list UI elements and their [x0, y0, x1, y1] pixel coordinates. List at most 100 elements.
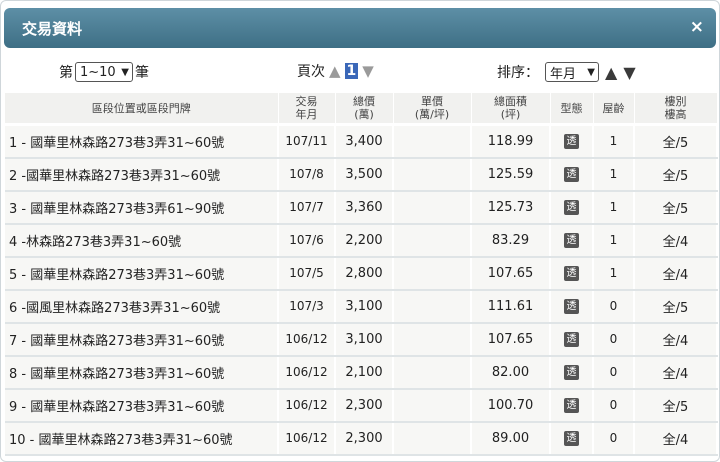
table-row[interactable]: 1 - 國華里林森路273巷3弄31~60號 107/11 3,400 118.… — [5, 124, 718, 159]
per-page-prefix: 第 — [59, 65, 73, 81]
table-header-row: 區段位置或區段門牌 交易 年月 總價 (萬) 單價 (萬/坪) 總面積 (坪) … — [5, 93, 718, 126]
transactions-table: 區段位置或區段門牌 交易 年月 總價 (萬) 單價 (萬/坪) 總面積 (坪) … — [5, 93, 718, 456]
cell-total-price: 2,300 — [335, 388, 394, 423]
cell-floor: 全/5 — [634, 289, 718, 324]
header-type[interactable]: 型態 — [550, 93, 594, 126]
close-icon[interactable]: × — [690, 17, 704, 37]
per-page-control: 第 1~10 ▼ 筆 — [59, 62, 149, 82]
cell-address: 8 - 國華里林森路273巷3弄31~60號 — [5, 355, 279, 390]
cell-type: 透 — [550, 190, 594, 225]
prev-page-arrow-icon[interactable]: ▲ — [329, 62, 341, 80]
cell-unit-price — [393, 421, 472, 456]
cell-total-area: 111.61 — [471, 289, 551, 324]
header-floor[interactable]: 樓別 樓高 — [634, 93, 718, 126]
sort-value: 年月 — [550, 66, 577, 82]
table-row[interactable]: 10 - 國華里林森路273巷3弄31~60號 106/12 2,300 89.… — [5, 421, 718, 456]
cell-address: 7 - 國華里林森路273巷3弄31~60號 — [5, 322, 279, 357]
table-row[interactable]: 2 -國華里林森路273巷3弄31~60號 107/8 3,500 125.59… — [5, 157, 718, 192]
type-icon: 透 — [564, 167, 579, 182]
cell-age: 0 — [593, 421, 635, 456]
cell-type: 透 — [550, 322, 594, 357]
cell-year-month: 106/12 — [278, 388, 336, 423]
cell-year-month: 107/6 — [278, 223, 336, 258]
cell-address: 2 -國華里林森路273巷3弄31~60號 — [5, 157, 279, 192]
cell-age: 1 — [593, 256, 635, 291]
cell-type: 透 — [550, 289, 594, 324]
type-icon: 透 — [564, 233, 579, 248]
cell-floor: 全/4 — [634, 421, 718, 456]
cell-address: 3 - 國華里林森路273巷3弄61~90號 — [5, 190, 279, 225]
cell-total-area: 82.00 — [471, 355, 551, 390]
cell-floor: 全/4 — [634, 223, 718, 258]
cell-total-area: 107.65 — [471, 256, 551, 291]
header-total-area[interactable]: 總面積 (坪) — [471, 93, 551, 126]
table-row[interactable]: 4 -林森路273巷3弄31~60號 107/6 2,200 83.29 透 1… — [5, 223, 718, 258]
cell-type: 透 — [550, 223, 594, 258]
chevron-down-icon: ▼ — [121, 66, 129, 78]
cell-floor: 全/5 — [634, 124, 718, 159]
cell-floor: 全/4 — [634, 355, 718, 390]
table-row[interactable]: 6 -國風里林森路273巷3弄31~60號 107/3 3,100 111.61… — [5, 289, 718, 324]
header-total-price[interactable]: 總價 (萬) — [335, 93, 394, 126]
page-label: 頁次 — [297, 64, 325, 80]
sort-descending-icon[interactable]: ▼ — [623, 63, 635, 82]
table-row[interactable]: 3 - 國華里林森路273巷3弄61~90號 107/7 3,360 125.7… — [5, 190, 718, 225]
cell-unit-price — [393, 157, 472, 192]
cell-address: 1 - 國華里林森路273巷3弄31~60號 — [5, 124, 279, 159]
cell-type: 透 — [550, 157, 594, 192]
cell-floor: 全/5 — [634, 157, 718, 192]
cell-age: 1 — [593, 223, 635, 258]
cell-total-price: 3,400 — [335, 124, 394, 159]
cell-year-month: 107/5 — [278, 256, 336, 291]
header-address[interactable]: 區段位置或區段門牌 — [5, 93, 279, 126]
cell-age: 0 — [593, 355, 635, 390]
next-page-arrow-icon[interactable]: ▼ — [362, 62, 374, 80]
header-unit-price[interactable]: 單價 (萬/坪) — [393, 93, 472, 126]
cell-floor: 全/4 — [634, 256, 718, 291]
header-year-month[interactable]: 交易 年月 — [278, 93, 336, 126]
type-icon: 透 — [564, 134, 579, 150]
cell-type: 透 — [550, 256, 594, 291]
table-row[interactable]: 5 - 國華里林森路273巷3弄31~60號 107/5 2,800 107.6… — [5, 256, 718, 291]
cell-year-month: 106/12 — [278, 421, 336, 456]
type-icon: 透 — [564, 299, 579, 314]
type-icon: 透 — [564, 398, 579, 413]
cell-address: 6 -國風里林森路273巷3弄31~60號 — [5, 289, 279, 324]
type-icon: 透 — [564, 332, 579, 347]
cell-age: 1 — [593, 190, 635, 225]
dialog-titlebar: 交易資料 × — [4, 8, 716, 48]
cell-total-price: 2,100 — [335, 355, 394, 390]
cell-age: 1 — [593, 157, 635, 192]
per-page-value: 1~10 — [80, 64, 116, 80]
cell-unit-price — [393, 322, 472, 357]
header-age[interactable]: 屋齡 — [593, 93, 635, 126]
cell-address: 5 - 國華里林森路273巷3弄31~60號 — [5, 256, 279, 291]
cell-year-month: 107/8 — [278, 157, 336, 192]
pager: 頁次 ▲ 1 ▼ — [297, 61, 374, 81]
sort-ascending-icon[interactable]: ▲ — [605, 63, 617, 82]
cell-type: 透 — [550, 355, 594, 390]
cell-floor: 全/5 — [634, 388, 718, 423]
cell-address: 10 - 國華里林森路273巷3弄31~60號 — [5, 421, 279, 456]
type-icon: 透 — [564, 266, 579, 281]
cell-total-price: 2,800 — [335, 256, 394, 291]
table-row[interactable]: 9 - 國華里林森路273巷3弄31~60號 106/12 2,300 100.… — [5, 388, 718, 423]
per-page-select[interactable]: 1~10 ▼ — [75, 62, 133, 82]
sort-select[interactable]: 年月 ▼ — [545, 62, 599, 82]
cell-unit-price — [393, 256, 472, 291]
cell-year-month: 107/11 — [278, 124, 336, 159]
cell-total-area: 89.00 — [471, 421, 551, 456]
current-page: 1 — [344, 63, 359, 79]
cell-age: 0 — [593, 289, 635, 324]
table-row[interactable]: 8 - 國華里林森路273巷3弄31~60號 106/12 2,100 82.0… — [5, 355, 718, 390]
sort-label: 排序： — [497, 65, 539, 81]
cell-age: 1 — [593, 124, 635, 159]
cell-age: 0 — [593, 388, 635, 423]
cell-unit-price — [393, 223, 472, 258]
cell-year-month: 107/7 — [278, 190, 336, 225]
cell-total-price: 3,360 — [335, 190, 394, 225]
table-row[interactable]: 7 - 國華里林森路273巷3弄31~60號 106/12 3,100 107.… — [5, 322, 718, 357]
cell-year-month: 107/3 — [278, 289, 336, 324]
controls-bar: 第 1~10 ▼ 筆 頁次 ▲ 1 ▼ 排序： 年月 ▼ ▲ ▼ — [1, 59, 719, 87]
cell-total-area: 118.99 — [471, 124, 551, 159]
